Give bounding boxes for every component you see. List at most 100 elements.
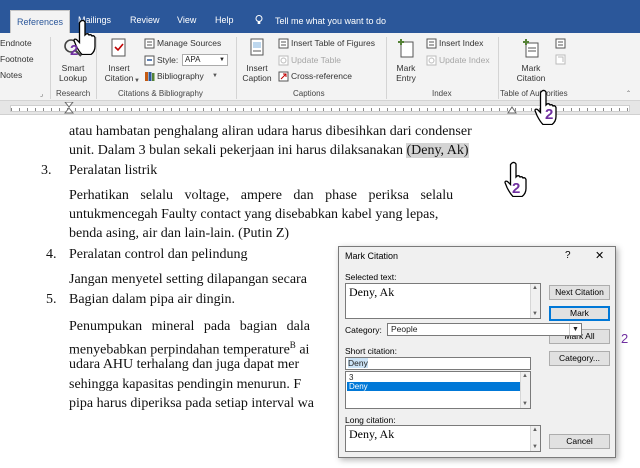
citation-style-select[interactable]: APA ▼ (182, 54, 228, 66)
ruler-tick (435, 108, 436, 111)
bibliography-button[interactable]: Bibliography (157, 71, 204, 81)
selected-text-label: Selected text: (345, 272, 397, 282)
list-heading: Peralatan listrik (69, 163, 158, 178)
next-footnote-button[interactable]: Footnote (0, 54, 34, 64)
tell-me-search[interactable]: Tell me what you want to do (275, 9, 386, 33)
close-button[interactable]: ✕ (595, 249, 604, 262)
ruler-tick (499, 108, 500, 111)
chevron-down-icon: ▼ (569, 324, 581, 335)
long-citation-label: Long citation: (345, 415, 396, 425)
ruler-tick (107, 108, 108, 111)
mark-citation-label-1: Mark (521, 63, 541, 73)
ruler-tick (235, 108, 236, 111)
chevron-down-icon: ▼ (134, 78, 140, 84)
ruler-tick (611, 108, 612, 111)
cross-reference-button[interactable]: Cross-reference (291, 71, 352, 81)
ruler-tick (155, 108, 156, 111)
list-heading: Peralatan control dan pelindung (69, 247, 248, 262)
category-value: People (391, 324, 418, 334)
doc-line: untukmencegah Faulty contact yang diseba… (69, 207, 439, 222)
collapse-ribbon-icon[interactable]: ⌃ (626, 90, 631, 97)
insert-endnote-button[interactable]: Endnote (0, 38, 32, 48)
list-item[interactable]: 3 (347, 373, 520, 382)
ruler-tick (131, 108, 132, 111)
insert-citation-button[interactable]: Insert Citation (100, 37, 138, 83)
category-button[interactable]: Category... (549, 351, 610, 366)
doc-line: atau hambatan penghalang aliran udara ha… (69, 124, 472, 139)
manage-sources-button[interactable]: Manage Sources (157, 38, 221, 48)
smart-lookup-label-2: Lookup (59, 73, 87, 83)
style-label: Style: (157, 55, 179, 65)
ruler-tick (163, 108, 164, 111)
ruler-tick (587, 108, 588, 111)
research-group-label: Research (56, 89, 91, 98)
tab-view[interactable]: View (171, 9, 202, 33)
doc-line: udara AHU terhalang dan juga dapat mer (69, 357, 300, 372)
doc-line: Penumpukan mineral pada bagian dala (69, 319, 310, 334)
selected-text-field[interactable]: Deny, Ak ▲ ▼ (345, 283, 541, 319)
doc-line: unit. Dalam 3 bulan sekali pekerjaan ini… (69, 142, 469, 159)
mark-entry-icon (398, 39, 414, 58)
list-number: 3. (41, 163, 52, 178)
ruler-tick (491, 108, 492, 111)
ruler-tick (379, 108, 380, 111)
tab-review[interactable]: Review (124, 9, 166, 33)
citation-style-value: APA (185, 55, 201, 64)
ruler-tick (75, 108, 76, 111)
ruler-tick (11, 108, 12, 111)
category-label: Category: (345, 325, 382, 335)
insert-index-button[interactable]: Insert Index (439, 38, 483, 48)
mark-button[interactable]: Mark (549, 306, 610, 321)
cancel-button[interactable]: Cancel (549, 434, 610, 449)
chevron-down-icon: ▼ (522, 401, 528, 407)
style-icon (144, 55, 155, 66)
tab-help[interactable]: Help (209, 9, 240, 33)
insert-table-of-figures-button[interactable]: Insert Table of Figures (291, 38, 375, 48)
indent-marker-icon[interactable] (64, 102, 74, 114)
scrollbar[interactable]: ▲ ▼ (520, 372, 530, 408)
ruler-tick (339, 108, 340, 111)
show-notes-button[interactable]: Notes (0, 70, 22, 80)
ruler-tick (403, 108, 404, 111)
update-table-of-authorities-icon[interactable] (555, 54, 566, 65)
tab-references[interactable]: References (10, 10, 71, 33)
ruler-tick (307, 108, 308, 111)
doc-line: pipa harus diperiksa pada setiap interva… (69, 396, 314, 411)
mark-entry-button[interactable]: Mark Entry (390, 37, 422, 83)
update-table-button[interactable]: Update Table (291, 55, 341, 65)
ruler-tick (483, 108, 484, 111)
ruler-tick (19, 108, 20, 111)
ruler-tick (619, 108, 620, 111)
next-citation-button[interactable]: Next Citation (549, 285, 610, 300)
index-group-label: Index (432, 89, 452, 98)
ruler-tick (123, 108, 124, 111)
ruler-tick (275, 108, 276, 111)
ruler-tick (595, 108, 596, 111)
list-item-selected[interactable]: Deny (347, 382, 520, 391)
ruler-tick (355, 108, 356, 111)
insert-citation-label-2: Citation (104, 73, 134, 83)
ruler-tick (427, 108, 428, 111)
category-select[interactable]: People ▼ (387, 323, 582, 336)
scrollbar[interactable]: ▲ ▼ (530, 284, 540, 318)
chevron-down-icon: ▼ (532, 311, 538, 317)
selected-citation-text[interactable]: (Deny, Ak) (406, 143, 469, 158)
short-citation-input[interactable]: Deny (345, 357, 531, 370)
help-button[interactable]: ? (565, 250, 571, 261)
mark-entry-label-2: Entry (396, 73, 416, 83)
right-indent-marker-icon[interactable] (507, 104, 517, 114)
scrollbar[interactable]: ▲ ▼ (530, 426, 540, 451)
list-heading: Bagian dalam pipa air dingin. (69, 292, 236, 307)
insert-caption-button[interactable]: Insert Caption (240, 37, 274, 83)
insert-table-of-authorities-icon[interactable] (555, 38, 566, 49)
doc-line: sehingga kapasitas pendingin menurun. F (69, 377, 302, 392)
ruler-tick (99, 108, 100, 111)
mark-citation-button[interactable]: Mark Citation (510, 37, 552, 83)
list-number: 5. (46, 292, 57, 307)
long-citation-field[interactable]: Deny, Ak ▲ ▼ (345, 425, 541, 452)
short-citation-list[interactable]: 3 Deny ▲ ▼ (345, 371, 531, 409)
chevron-down-icon: ▼ (212, 73, 218, 79)
ruler-tick (451, 108, 452, 111)
footnotes-dialog-launcher[interactable]: ⌟ (40, 90, 43, 98)
update-index-button[interactable]: Update Index (439, 55, 490, 65)
